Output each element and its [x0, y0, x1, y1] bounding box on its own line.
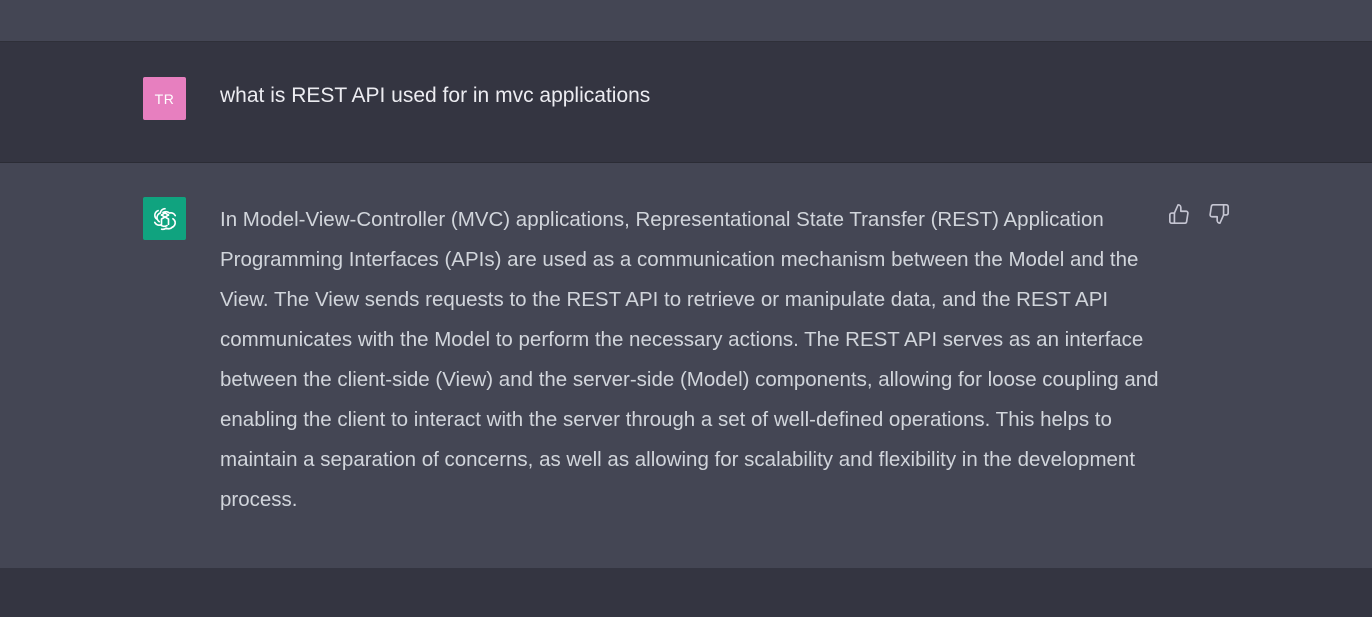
thumbs-down-icon: [1209, 204, 1229, 224]
bottom-area: [0, 568, 1372, 617]
top-strip: [0, 0, 1372, 42]
assistant-avatar: [143, 197, 186, 240]
openai-logo-icon: [153, 207, 176, 230]
assistant-message-row: In Model-View-Controller (MVC) applicati…: [0, 163, 1372, 568]
user-avatar: TR: [143, 77, 186, 120]
thumbs-down-button[interactable]: [1206, 201, 1232, 227]
thumbs-up-icon: [1169, 204, 1189, 224]
user-message-row: TR what is REST API used for in mvc appl…: [0, 42, 1372, 163]
assistant-message-text: In Model-View-Controller (MVC) applicati…: [220, 208, 1159, 511]
thumbs-up-button[interactable]: [1166, 201, 1192, 227]
user-avatar-initials: TR: [154, 90, 175, 107]
user-message-text: what is REST API used for in mvc applica…: [220, 84, 651, 107]
